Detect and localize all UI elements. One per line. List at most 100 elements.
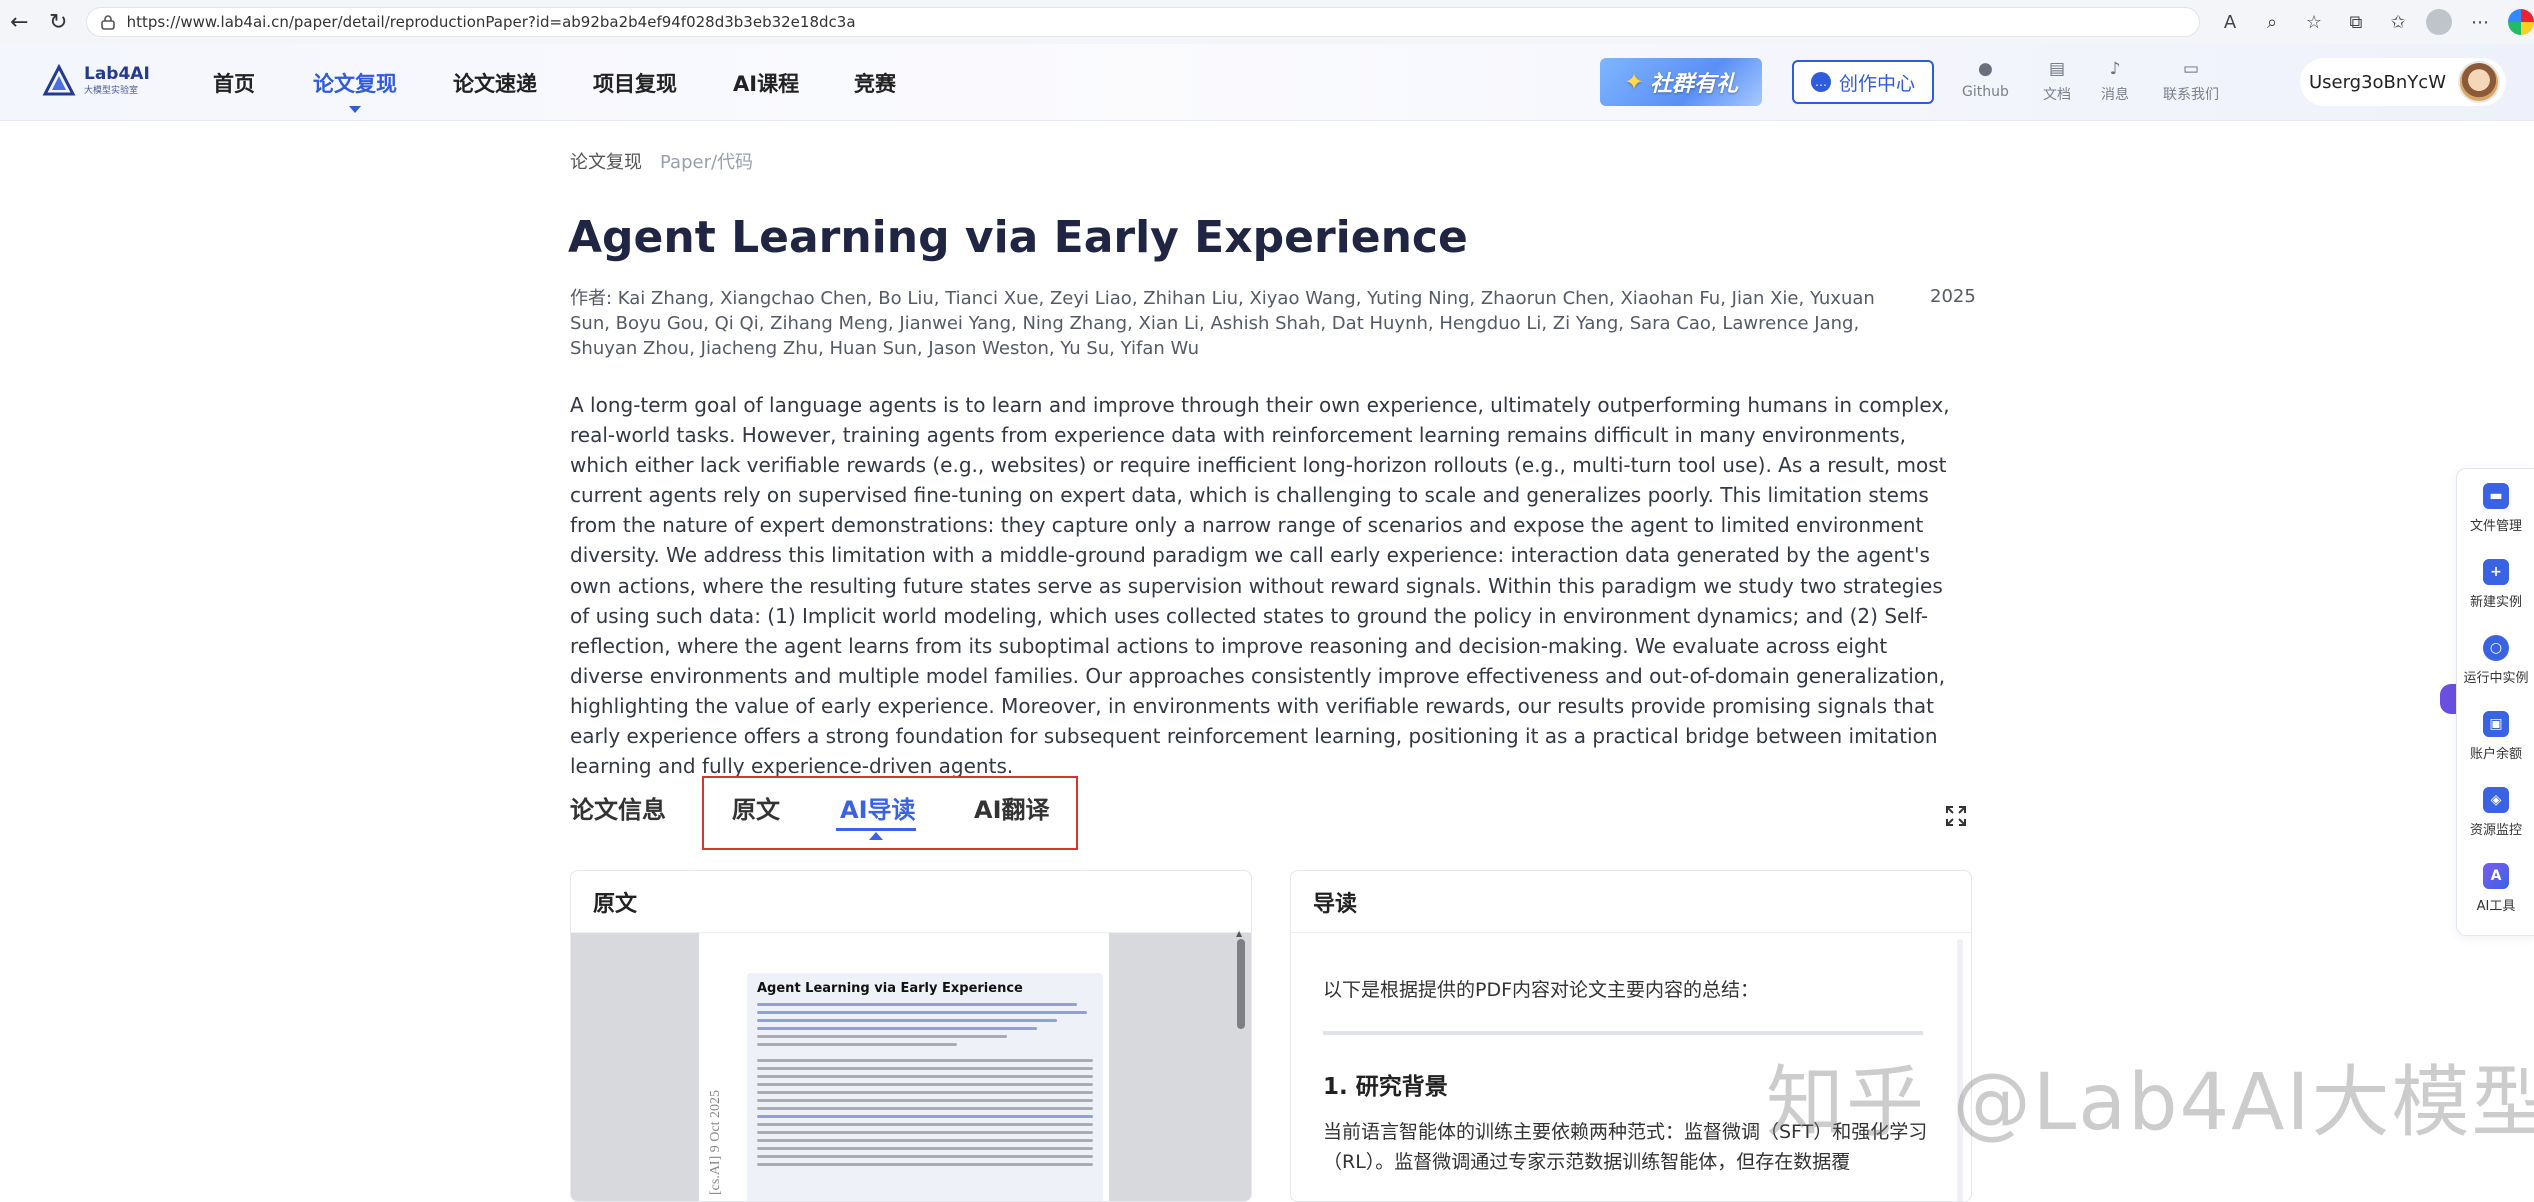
account-balance-button[interactable]: ▣ 账户余额 <box>2457 711 2534 762</box>
breadcrumb: 论文复现 Paper/代码 <box>570 148 753 174</box>
logo-mark-icon <box>42 64 76 96</box>
arxiv-side-label: [cs.AI] 9 Oct 2025 <box>708 1090 723 1195</box>
resource-monitor-label: 资源监控 <box>2469 823 2522 838</box>
resource-monitor-button[interactable]: ◈ 资源监控 <box>2457 787 2534 838</box>
community-gift-banner[interactable]: ✦ 社群有礼 <box>1600 58 1762 106</box>
paper-abstract: A long-term goal of language agents is t… <box>570 393 1950 779</box>
paper-year: 2025 <box>1930 286 1976 307</box>
nav-home[interactable]: 首页 <box>213 68 255 98</box>
zoom-icon[interactable]: ⌕ <box>2258 8 2286 36</box>
nav-ai-courses[interactable]: AI课程 <box>733 68 799 98</box>
bell-icon: ♪ <box>2109 59 2121 79</box>
lightbulb-icon: ✦ <box>1623 68 1645 96</box>
active-tab-caret <box>869 832 883 840</box>
reload-icon[interactable]: ↻ <box>39 2 78 42</box>
pdf-page: [cs.AI] 9 Oct 2025 Agent Learning via Ea… <box>699 933 1109 1201</box>
github-icon: ● <box>1978 59 1993 79</box>
collections-icon[interactable]: ⧉ <box>2342 8 2370 36</box>
profile-icon[interactable] <box>2425 9 2452 35</box>
paper-title: Agent Learning via Early Experience <box>568 212 1468 263</box>
original-panel: 原文 [cs.AI] 9 Oct 2025 Agent Learning via… <box>570 870 1252 1202</box>
pdf-author-line <box>757 1019 1057 1022</box>
nav-paper-reproduction[interactable]: 论文复现 <box>313 68 397 98</box>
read-aloud-icon[interactable]: A <box>2216 8 2244 36</box>
nav-project-reproduction[interactable]: 项目复现 <box>593 68 677 98</box>
contact-link[interactable]: ▭ 联系我们 <box>2163 58 2219 104</box>
ai-tools-button[interactable]: A AI工具 <box>2457 863 2534 914</box>
monitor-icon: ◈ <box>2483 787 2509 813</box>
ai-tools-label: AI工具 <box>2476 899 2516 914</box>
pdf-author-line <box>757 1011 1087 1014</box>
pdf-text-line <box>757 1123 1093 1126</box>
pdf-text-line <box>757 1059 1093 1062</box>
file-manager-button[interactable]: ▬ 文件管理 <box>2457 483 2534 534</box>
scroll-up-icon[interactable]: ▲ <box>1236 929 1242 938</box>
guide-intro: 以下是根据提供的PDF内容对论文主要内容的总结： <box>1323 979 1760 1001</box>
user-menu[interactable]: Userg3oBnYcW <box>2300 58 2506 106</box>
logo-subtitle: 大模型实验室 <box>84 86 139 96</box>
copilot-icon[interactable] <box>2507 9 2534 35</box>
running-instances-label: 运行中实例 <box>2463 671 2529 686</box>
paper-authors: 作者: Kai Zhang, Xiangchao Chen, Bo Liu, T… <box>570 288 1875 359</box>
logo[interactable]: Lab4AI 大模型实验室 <box>42 64 150 98</box>
site-info-icon[interactable] <box>99 13 117 31</box>
messages-label: 消息 <box>2101 87 2129 103</box>
browser-toolbar: ← ↻ https://www.lab4ai.cn/paper/detail/r… <box>0 0 2534 45</box>
docs-label: 文档 <box>2043 87 2071 103</box>
tab-ai-translate[interactable]: AI翻译 <box>974 790 1050 825</box>
paper-info-label: 论文信息 <box>570 796 666 824</box>
address-bar[interactable]: https://www.lab4ai.cn/paper/detail/repro… <box>85 7 2200 37</box>
pdf-scrollbar-thumb[interactable] <box>1237 939 1245 1029</box>
pdf-title: Agent Learning via Early Experience <box>757 981 1023 996</box>
pdf-author-line <box>757 1003 1077 1006</box>
new-instance-button[interactable]: + 新建实例 <box>2457 559 2534 610</box>
running-instances-button[interactable]: ○ 运行中实例 <box>2457 635 2534 686</box>
new-instance-label: 新建实例 <box>2469 595 2522 610</box>
pdf-text-line <box>757 1075 1093 1078</box>
contact-icon: ▭ <box>2182 59 2200 79</box>
pdf-first-page: Agent Learning via Early Experience <box>747 973 1103 1201</box>
pdf-text-line <box>757 1107 1093 1110</box>
wallet-icon: ▣ <box>2483 711 2509 737</box>
tab-original[interactable]: 原文 <box>732 790 780 825</box>
avatar[interactable] <box>2458 61 2500 103</box>
nav-competitions[interactable]: 竞赛 <box>854 68 896 98</box>
pdf-text-line <box>757 1139 1093 1142</box>
plus-icon: + <box>2483 559 2509 585</box>
pdf-text-line <box>757 1155 1093 1158</box>
guide-section-heading: 1. 研究背景 <box>1323 1074 1448 1100</box>
floating-toolbar: ▬ 文件管理 + 新建实例 ○ 运行中实例 ▣ 账户余额 ◈ 资源监控 A AI… <box>2456 468 2534 936</box>
watermark: 知乎 @Lab4AI大模型 <box>1766 1058 2534 1148</box>
breadcrumb-current: Paper/代码 <box>660 152 754 173</box>
document-icon: ▤ <box>2048 59 2066 79</box>
promo-label: 社群有礼 <box>1650 72 1739 97</box>
file-manager-label: 文件管理 <box>2469 519 2522 534</box>
breadcrumb-paper-reproduction[interactable]: 论文复现 <box>570 148 642 174</box>
tab-ai-guide[interactable]: AI导读 <box>840 790 916 825</box>
github-label: Github <box>1962 84 2009 100</box>
docs-link[interactable]: ▤ 文档 <box>2043 58 2071 104</box>
creation-center-label: 创作中心 <box>1838 72 1915 95</box>
account-balance-label: 账户余额 <box>2469 747 2522 762</box>
favorite-star-icon[interactable]: ☆ <box>2300 8 2328 36</box>
pdf-text-line <box>757 1131 1093 1134</box>
active-nav-indicator <box>349 106 361 113</box>
messages-link[interactable]: ♪ 消息 <box>2101 58 2129 104</box>
back-icon[interactable]: ← <box>0 2 39 42</box>
more-menu-icon[interactable]: ⋯ <box>2466 8 2494 36</box>
github-link[interactable]: ● Github <box>1962 58 2009 100</box>
creation-center-button[interactable]: … 创作中心 <box>1792 60 1934 104</box>
fullscreen-icon[interactable] <box>1944 804 1968 828</box>
pdf-viewer[interactable]: [cs.AI] 9 Oct 2025 Agent Learning via Ea… <box>571 929 1251 1201</box>
pdf-text-line <box>757 1147 1093 1150</box>
nav-paper-express[interactable]: 论文速递 <box>453 68 537 98</box>
favorites-bar-icon[interactable]: ✩ <box>2384 8 2412 36</box>
chat-bubble-icon: … <box>1810 72 1831 92</box>
guide-panel: 导读 以下是根据提供的PDF内容对论文主要内容的总结： 1. 研究背景 当前语言… <box>1290 870 1972 1202</box>
ai-tools-icon: A <box>2483 863 2509 889</box>
pdf-author-line <box>757 1027 1037 1030</box>
active-tab-underline <box>836 828 916 831</box>
logo-name: Lab4AI <box>84 64 150 84</box>
site-header: Lab4AI 大模型实验室 首页 论文复现 论文速递 项目复现 AI课程 竞赛 … <box>0 44 2534 121</box>
url-text: https://www.lab4ai.cn/paper/detail/repro… <box>126 13 856 31</box>
